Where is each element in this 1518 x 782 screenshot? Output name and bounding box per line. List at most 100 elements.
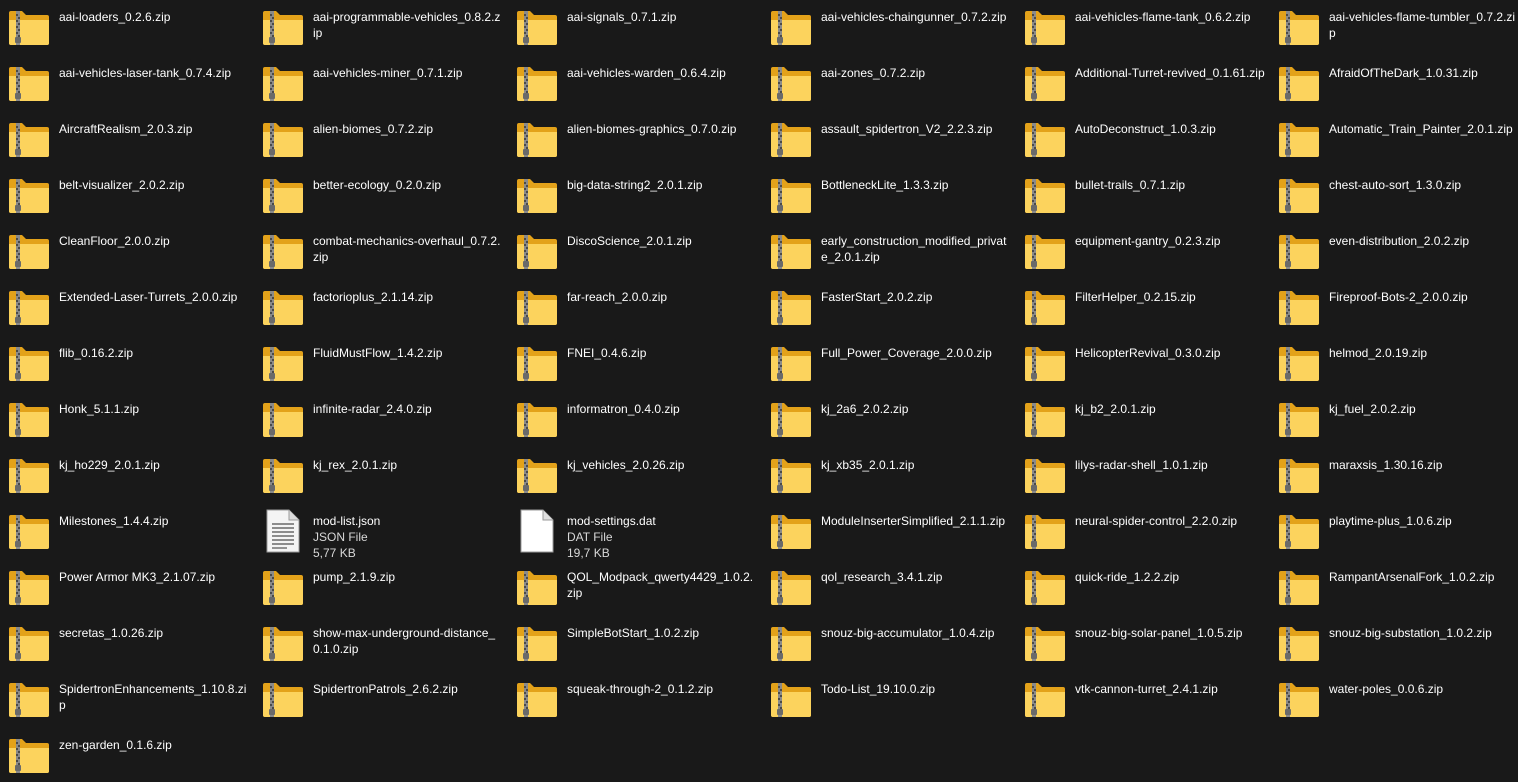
zip-file-item[interactable]: water-poles_0.0.6.zip xyxy=(1273,676,1518,726)
zip-file-item[interactable]: quick-ride_1.2.2.zip xyxy=(1019,564,1269,614)
file-label: FluidMustFlow_1.4.2.zip xyxy=(313,345,503,361)
zip-file-item[interactable]: kj_vehicles_2.0.26.zip xyxy=(511,452,761,502)
zip-file-item[interactable]: show-max-underground-distance_0.1.0.zip xyxy=(257,620,507,670)
zip-file-item[interactable]: Automatic_Train_Painter_2.0.1.zip xyxy=(1273,116,1518,166)
file-label: RampantArsenalFork_1.0.2.zip xyxy=(1329,569,1518,585)
zip-file-item[interactable]: kj_fuel_2.0.2.zip xyxy=(1273,396,1518,446)
zip-file-item[interactable]: AutoDeconstruct_1.0.3.zip xyxy=(1019,116,1269,166)
zip-file-item[interactable]: assault_spidertron_V2_2.2.3.zip xyxy=(765,116,1015,166)
zip-file-item[interactable]: aai-zones_0.7.2.zip xyxy=(765,60,1015,110)
zip-folder-icon xyxy=(767,507,815,555)
zip-file-item[interactable]: big-data-string2_2.0.1.zip xyxy=(511,172,761,222)
zip-file-item[interactable]: Full_Power_Coverage_2.0.0.zip xyxy=(765,340,1015,390)
zip-file-item[interactable]: Todo-List_19.10.0.zip xyxy=(765,676,1015,726)
zip-file-item[interactable]: BottleneckLite_1.3.3.zip xyxy=(765,172,1015,222)
zip-file-item[interactable]: chest-auto-sort_1.3.0.zip xyxy=(1273,172,1518,222)
zip-file-item[interactable]: Extended-Laser-Turrets_2.0.0.zip xyxy=(3,284,253,334)
zip-file-item[interactable]: aai-vehicles-miner_0.7.1.zip xyxy=(257,60,507,110)
file-name: SimpleBotStart_1.0.2.zip xyxy=(567,626,700,640)
zip-file-item[interactable]: CleanFloor_2.0.0.zip xyxy=(3,228,253,278)
zip-file-item[interactable]: Milestones_1.4.4.zip xyxy=(3,508,253,558)
zip-file-item[interactable]: DiscoScience_2.0.1.zip xyxy=(511,228,761,278)
zip-folder-icon xyxy=(5,619,53,667)
zip-file-item[interactable]: Additional-Turret-revived_0.1.61.zip xyxy=(1019,60,1269,110)
file-name: belt-visualizer_2.0.2.zip xyxy=(59,178,185,192)
file-label: chest-auto-sort_1.3.0.zip xyxy=(1329,177,1518,193)
zip-file-item[interactable]: FluidMustFlow_1.4.2.zip xyxy=(257,340,507,390)
zip-file-item[interactable]: equipment-gantry_0.2.3.zip xyxy=(1019,228,1269,278)
zip-file-item[interactable]: SimpleBotStart_1.0.2.zip xyxy=(511,620,761,670)
zip-file-item[interactable]: kj_ho229_2.0.1.zip xyxy=(3,452,253,502)
zip-file-item[interactable]: QOL_Modpack_qwerty4429_1.0.2.zip xyxy=(511,564,761,614)
zip-file-item[interactable]: far-reach_2.0.0.zip xyxy=(511,284,761,334)
zip-file-item[interactable]: qol_research_3.4.1.zip xyxy=(765,564,1015,614)
zip-file-item[interactable]: playtime-plus_1.0.6.zip xyxy=(1273,508,1518,558)
zip-file-item[interactable]: aai-vehicles-flame-tank_0.6.2.zip xyxy=(1019,4,1269,54)
zip-file-item[interactable]: squeak-through-2_0.1.2.zip xyxy=(511,676,761,726)
zip-file-item[interactable]: aai-loaders_0.2.6.zip xyxy=(3,4,253,54)
zip-file-item[interactable]: AircraftRealism_2.0.3.zip xyxy=(3,116,253,166)
zip-file-item[interactable]: kj_rex_2.0.1.zip xyxy=(257,452,507,502)
zip-folder-icon xyxy=(259,451,307,499)
zip-file-item[interactable]: helmod_2.0.19.zip xyxy=(1273,340,1518,390)
zip-file-item[interactable]: flib_0.16.2.zip xyxy=(3,340,253,390)
zip-file-item[interactable]: FasterStart_2.0.2.zip xyxy=(765,284,1015,334)
zip-file-item[interactable]: lilys-radar-shell_1.0.1.zip xyxy=(1019,452,1269,502)
zip-file-item[interactable]: aai-signals_0.7.1.zip xyxy=(511,4,761,54)
file-label: infinite-radar_2.4.0.zip xyxy=(313,401,503,417)
file-label: pump_2.1.9.zip xyxy=(313,569,503,585)
zip-file-item[interactable]: kj_xb35_2.0.1.zip xyxy=(765,452,1015,502)
zip-file-item[interactable]: belt-visualizer_2.0.2.zip xyxy=(3,172,253,222)
zip-file-item[interactable]: alien-biomes_0.7.2.zip xyxy=(257,116,507,166)
zip-folder-icon xyxy=(767,3,815,51)
zip-folder-icon xyxy=(259,675,307,723)
file-item[interactable]: mod-settings.dat DAT File 19,7 KB xyxy=(511,508,761,560)
zip-file-item[interactable]: RampantArsenalFork_1.0.2.zip xyxy=(1273,564,1518,614)
zip-file-item[interactable]: even-distribution_2.0.2.zip xyxy=(1273,228,1518,278)
zip-file-item[interactable]: pump_2.1.9.zip xyxy=(257,564,507,614)
zip-file-item[interactable]: AfraidOfTheDark_1.0.31.zip xyxy=(1273,60,1518,110)
zip-file-item[interactable]: vtk-cannon-turret_2.4.1.zip xyxy=(1019,676,1269,726)
zip-file-item[interactable]: aai-vehicles-laser-tank_0.7.4.zip xyxy=(3,60,253,110)
zip-file-item[interactable]: Power Armor MK3_2.1.07.zip xyxy=(3,564,253,614)
zip-file-item[interactable]: SpidertronPatrols_2.6.2.zip xyxy=(257,676,507,726)
file-type: JSON File xyxy=(313,530,368,544)
zip-file-item[interactable]: SpidertronEnhancements_1.10.8.zip xyxy=(3,676,253,726)
file-item[interactable]: mod-list.json JSON File 5,77 KB xyxy=(257,508,507,560)
file-label: quick-ride_1.2.2.zip xyxy=(1075,569,1265,585)
zip-file-item[interactable]: snouz-big-accumulator_1.0.4.zip xyxy=(765,620,1015,670)
zip-file-item[interactable]: kj_b2_2.0.1.zip xyxy=(1019,396,1269,446)
file-name: equipment-gantry_0.2.3.zip xyxy=(1075,234,1221,248)
zip-file-item[interactable]: factorioplus_2.1.14.zip xyxy=(257,284,507,334)
zip-file-item[interactable]: better-ecology_0.2.0.zip xyxy=(257,172,507,222)
zip-file-item[interactable]: zen-garden_0.1.6.zip xyxy=(3,732,253,782)
zip-file-item[interactable]: kj_2a6_2.0.2.zip xyxy=(765,396,1015,446)
zip-file-item[interactable]: ModuleInserterSimplified_2.1.1.zip xyxy=(765,508,1015,558)
zip-file-item[interactable]: alien-biomes-graphics_0.7.0.zip xyxy=(511,116,761,166)
zip-file-item[interactable]: aai-vehicles-flame-tumbler_0.7.2.zip xyxy=(1273,4,1518,54)
zip-file-item[interactable]: infinite-radar_2.4.0.zip xyxy=(257,396,507,446)
zip-file-item[interactable]: Fireproof-Bots-2_2.0.0.zip xyxy=(1273,284,1518,334)
zip-file-item[interactable]: FNEI_0.4.6.zip xyxy=(511,340,761,390)
zip-file-item[interactable]: FilterHelper_0.2.15.zip xyxy=(1019,284,1269,334)
zip-folder-icon xyxy=(1021,507,1069,555)
zip-file-item[interactable]: Honk_5.1.1.zip xyxy=(3,396,253,446)
zip-file-item[interactable]: neural-spider-control_2.2.0.zip xyxy=(1019,508,1269,558)
zip-folder-icon xyxy=(1021,59,1069,107)
zip-file-item[interactable]: informatron_0.4.0.zip xyxy=(511,396,761,446)
zip-file-item[interactable]: snouz-big-solar-panel_1.0.5.zip xyxy=(1019,620,1269,670)
zip-file-item[interactable]: aai-vehicles-warden_0.6.4.zip xyxy=(511,60,761,110)
zip-file-item[interactable]: bullet-trails_0.7.1.zip xyxy=(1019,172,1269,222)
zip-file-item[interactable]: early_construction_modified_private_2.0.… xyxy=(765,228,1015,278)
zip-file-item[interactable]: secretas_1.0.26.zip xyxy=(3,620,253,670)
zip-file-item[interactable]: aai-programmable-vehicles_0.8.2.zip xyxy=(257,4,507,54)
zip-file-item[interactable]: combat-mechanics-overhaul_0.7.2.zip xyxy=(257,228,507,278)
file-label: HelicopterRevival_0.3.0.zip xyxy=(1075,345,1265,361)
zip-file-item[interactable]: snouz-big-substation_1.0.2.zip xyxy=(1273,620,1518,670)
zip-file-item[interactable]: aai-vehicles-chaingunner_0.7.2.zip xyxy=(765,4,1015,54)
zip-file-item[interactable]: HelicopterRevival_0.3.0.zip xyxy=(1019,340,1269,390)
file-name: kj_ho229_2.0.1.zip xyxy=(59,458,160,472)
file-label: early_construction_modified_private_2.0.… xyxy=(821,233,1011,265)
file-name: Honk_5.1.1.zip xyxy=(59,402,140,416)
zip-file-item[interactable]: maraxsis_1.30.16.zip xyxy=(1273,452,1518,502)
